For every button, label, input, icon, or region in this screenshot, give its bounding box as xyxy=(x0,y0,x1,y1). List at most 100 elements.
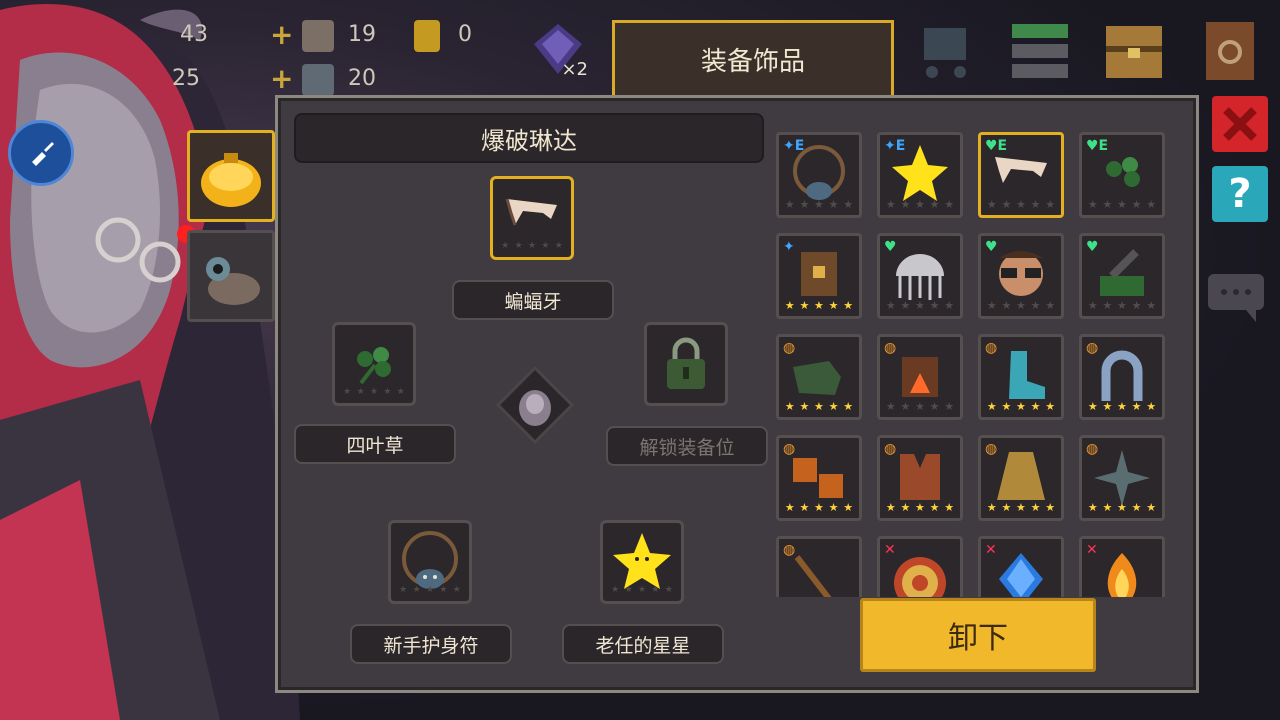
resource-a-value: 43 xyxy=(180,22,208,47)
slot-star-rating: ★ ★ ★ ★ ★ xyxy=(399,585,461,595)
item-tag: ✦E xyxy=(884,138,906,154)
slot-right-label: 解锁装备位 xyxy=(606,426,768,466)
item-tag: ♥ xyxy=(985,239,998,255)
item-star-rating: ★ ★ ★ ★ ★ xyxy=(986,299,1056,312)
slot-bottom-left-label: 新手护身符 xyxy=(350,624,512,664)
tab-pet[interactable] xyxy=(187,230,275,322)
item-tag: ◍ xyxy=(783,441,796,457)
item-star-rating: ★ ★ ★ ★ ★ xyxy=(1087,299,1157,312)
item-star-rating: ★ ★ ★ ★ ★ xyxy=(885,400,955,413)
inventory-item[interactable]: ◍ ★★★★★ xyxy=(978,334,1064,420)
material-b-count: 20 xyxy=(348,66,376,91)
item-tag: ✦ xyxy=(783,239,795,255)
slot-left[interactable]: ★ ★ ★ ★ ★ xyxy=(332,322,416,406)
gem-icon[interactable]: ×2 xyxy=(528,20,588,80)
item-tag: ◍ xyxy=(985,441,998,457)
inventory-item[interactable]: ◍ ★★★★★ xyxy=(776,435,862,521)
inventory-item[interactable]: ◍ ★★★★★ xyxy=(877,334,963,420)
item-tag: ✦E xyxy=(783,138,805,154)
item-tag: ✕ xyxy=(884,542,896,558)
coin-pouch-icon xyxy=(201,153,261,207)
character-name: 爆破琳达 xyxy=(294,113,764,163)
item-tag: ◍ xyxy=(985,340,998,356)
inventory-item[interactable]: ◍ ★★★★★ xyxy=(1079,334,1165,420)
center-charm xyxy=(490,360,580,450)
item-star-rating: ★ ★ ★ ★ ★ xyxy=(784,198,854,211)
item-tag: ✕ xyxy=(1086,542,1098,558)
shop-cart-icon[interactable] xyxy=(910,20,980,84)
item-tag: ◍ xyxy=(783,340,796,356)
slot-star-rating: ★ ★ ★ ★ ★ xyxy=(501,241,563,251)
item-tag: ♥ xyxy=(1086,239,1099,255)
ticket-icon xyxy=(414,20,440,52)
inventory-item[interactable]: ♥ ★ ★ ★ ★ ★ xyxy=(978,233,1064,319)
plus-icon[interactable]: + xyxy=(270,18,293,51)
inventory-item[interactable]: ✦E ★ ★ ★ ★ ★ xyxy=(877,132,963,218)
item-tag: ♥E xyxy=(985,138,1008,154)
chest-icon[interactable] xyxy=(1102,18,1166,84)
exit-door-icon[interactable] xyxy=(1198,18,1262,84)
item-star-rating: ★ ★ ★ ★ ★ xyxy=(885,501,955,514)
pet-icon xyxy=(206,257,260,305)
character-portrait xyxy=(0,4,300,720)
help-button[interactable]: ? xyxy=(1212,166,1268,222)
item-star-rating: ★ ★ ★ ★ ★ xyxy=(784,299,854,312)
inventory-item[interactable]: ✕★★★★★ xyxy=(877,536,963,597)
item-star-rating: ★ ★ ★ ★ ★ xyxy=(1087,400,1157,413)
inventory-item[interactable]: ◍ ★★★★★ xyxy=(776,334,862,420)
inventory-item[interactable]: ◍★★★★★ xyxy=(776,536,862,597)
material-b-icon xyxy=(302,64,334,96)
brush-icon xyxy=(32,142,54,166)
item-tag: ◍ xyxy=(884,441,897,457)
tab-accessory[interactable] xyxy=(187,130,275,222)
slot-star-rating: ★ ★ ★ ★ ★ xyxy=(343,387,405,397)
brush-button[interactable] xyxy=(8,120,74,186)
chat-icon xyxy=(1208,274,1264,322)
unequip-button[interactable]: 卸下 xyxy=(860,598,1096,672)
item-tag: ◍ xyxy=(1086,340,1099,356)
inventory-item[interactable]: ✕★★★★★ xyxy=(1079,536,1165,597)
question-icon: ? xyxy=(1228,171,1252,217)
books-icon[interactable] xyxy=(1008,18,1072,84)
slot-bottom-left[interactable]: ★ ★ ★ ★ ★ xyxy=(388,520,472,604)
item-star-rating: ★ ★ ★ ★ ★ xyxy=(885,299,955,312)
item-tag: ♥E xyxy=(1086,138,1109,154)
inventory-item[interactable]: ♥ ★ ★ ★ ★ ★ xyxy=(1079,233,1165,319)
inventory-item[interactable]: ◍ ★★★★★ xyxy=(978,435,1064,521)
ticket-count: 0 xyxy=(458,22,472,47)
item-star-rating: ★ ★ ★ ★ ★ xyxy=(986,400,1056,413)
item-tag: ♥ xyxy=(884,239,897,255)
item-tag: ◍ xyxy=(884,340,897,356)
item-star-rating: ★ ★ ★ ★ ★ xyxy=(784,501,854,514)
inventory-item[interactable]: ✦E ★ ★ ★ ★ ★ xyxy=(776,132,862,218)
gem-multiplier: ×2 xyxy=(561,59,588,80)
material-icon xyxy=(302,20,334,52)
inventory-grid: ✦E ★ ★ ★ ★ ★ ✦E ★ ★ ★ ★ ★ ♥E ★ ★ ★ ★ ★ ♥E ★ ★ ★ ★ ★ ✦ ★ ★ ★ ★ ★ ♥ ★ ★ ★ ★ ★… xyxy=(776,132,1176,597)
slot-bottom-right[interactable]: ★ ★ ★ ★ ★ xyxy=(600,520,684,604)
material-count: 19 xyxy=(348,22,376,47)
slot-right-locked[interactable] xyxy=(644,322,728,406)
inventory-item[interactable]: ✕★★★★★ xyxy=(978,536,1064,597)
slot-top-label: 蝙蝠牙 xyxy=(452,280,614,320)
item-tag: ◍ xyxy=(1086,441,1099,457)
plus-icon[interactable]: + xyxy=(270,62,293,95)
inventory-item[interactable]: ◍ ★★★★★ xyxy=(877,435,963,521)
slot-top[interactable]: ★ ★ ★ ★ ★ xyxy=(490,176,574,260)
item-tag: ✕ xyxy=(985,542,997,558)
item-star-rating: ★ ★ ★ ★ ★ xyxy=(885,198,955,211)
item-star-rating: ★ ★ ★ ★ ★ xyxy=(1087,198,1157,211)
inventory-item[interactable]: ◍★★★★★ xyxy=(1079,435,1165,521)
item-tag: ◍ xyxy=(783,542,796,558)
tab-equip-accessory[interactable]: 装备饰品 xyxy=(612,20,894,98)
item-star-rating: ★ ★ ★ ★ ★ xyxy=(784,400,854,413)
inventory-item[interactable]: ♥E ★ ★ ★ ★ ★ xyxy=(1079,132,1165,218)
item-star-rating: ★ ★ ★ ★ ★ xyxy=(986,501,1056,514)
inventory-item[interactable]: ♥ ★ ★ ★ ★ ★ xyxy=(877,233,963,319)
inventory-item[interactable]: ✦ ★ ★ ★ ★ ★ xyxy=(776,233,862,319)
close-icon xyxy=(1223,107,1257,141)
inventory-item[interactable]: ♥E ★ ★ ★ ★ ★ xyxy=(978,132,1064,218)
item-star-rating: ★ ★ ★ ★ ★ xyxy=(986,198,1056,211)
close-button[interactable] xyxy=(1212,96,1268,152)
chat-button[interactable] xyxy=(1206,270,1264,326)
slot-left-label: 四叶草 xyxy=(294,424,456,464)
